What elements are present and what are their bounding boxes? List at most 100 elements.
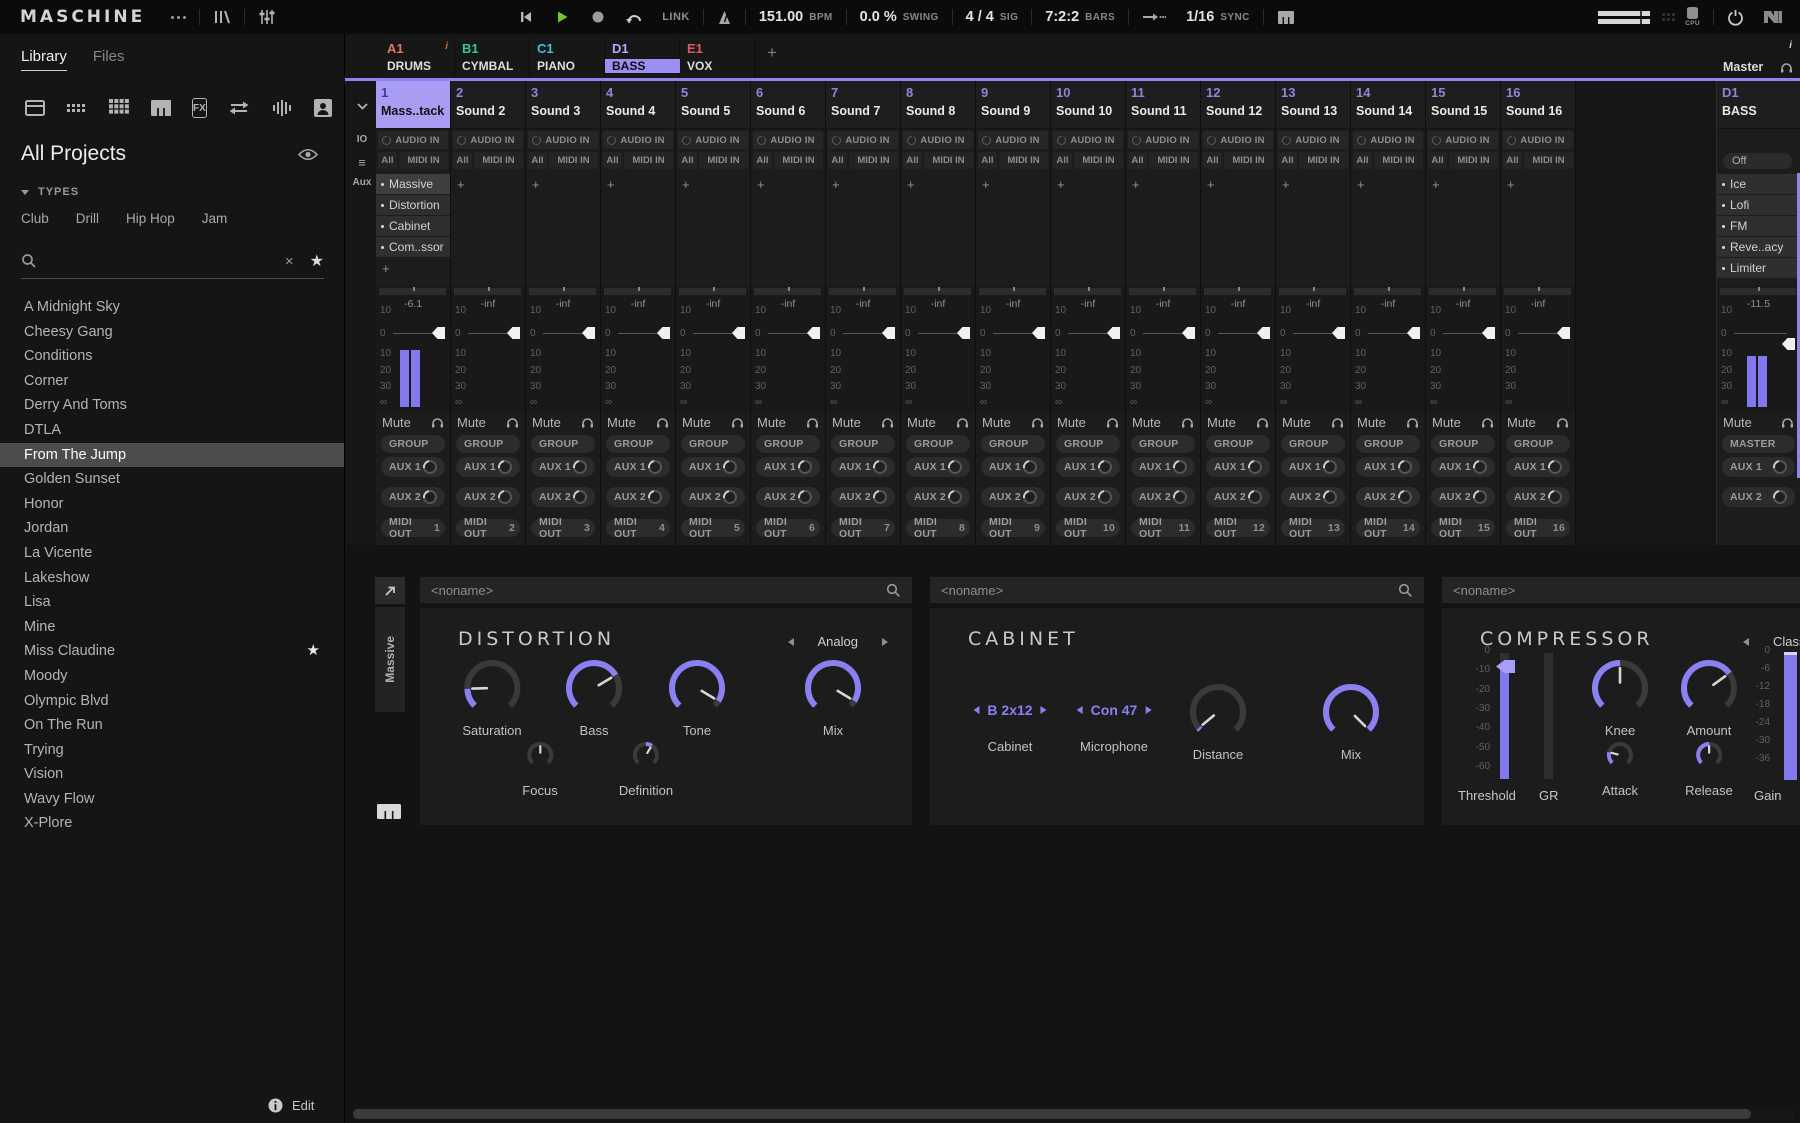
- volume-fader-handle[interactable]: [1332, 327, 1345, 339]
- aux1-send[interactable]: AUX 1: [1431, 457, 1495, 477]
- headphones-icon[interactable]: [506, 417, 519, 428]
- loops-filter-icon[interactable]: [227, 99, 251, 117]
- prev-mode-icon[interactable]: [788, 638, 794, 646]
- sounds-filter-icon[interactable]: [66, 100, 88, 116]
- headphones-icon[interactable]: [1481, 417, 1494, 428]
- list-toggle-icon[interactable]: ≡: [348, 155, 376, 170]
- knob-distance[interactable]: Distance: [1189, 683, 1247, 762]
- mute-button[interactable]: Mute: [1723, 415, 1752, 430]
- project-list-item[interactable]: Vision: [0, 762, 344, 787]
- position-display[interactable]: 7:2:2BARS: [1045, 9, 1115, 25]
- audio-in-button[interactable]: AUDIO IN: [1053, 131, 1123, 149]
- plugin-slot[interactable]: Reve..acy: [1717, 237, 1800, 257]
- next-icon[interactable]: [1041, 706, 1047, 714]
- swing-display[interactable]: 0.0 %SWING: [860, 9, 939, 25]
- audio-in-button[interactable]: AUDIO IN: [903, 131, 973, 149]
- add-plugin-button[interactable]: +: [601, 174, 675, 192]
- project-list-item[interactable]: From The Jump: [0, 443, 344, 468]
- aux1-send[interactable]: AUX 1: [1131, 457, 1195, 477]
- midi-channel-all-button[interactable]: All: [603, 152, 622, 169]
- tab-files[interactable]: Files: [93, 48, 125, 65]
- mixer-view-icon[interactable]: [258, 9, 276, 25]
- plugin-slot[interactable]: Limiter: [1717, 258, 1800, 278]
- channel-header[interactable]: 8Sound 8: [901, 81, 975, 129]
- project-list-item[interactable]: Wavy Flow: [0, 787, 344, 812]
- audio-in-button[interactable]: AUDIO IN: [528, 131, 598, 149]
- cue-button[interactable]: [881, 417, 894, 428]
- send-knob-icon[interactable]: [1770, 487, 1789, 506]
- headphones-icon[interactable]: [956, 417, 969, 428]
- project-list-item[interactable]: X-Plore: [0, 811, 344, 836]
- pan-slider[interactable]: [1429, 288, 1496, 295]
- aux2-send[interactable]: AUX 2: [831, 487, 895, 507]
- add-plugin-button[interactable]: +: [1426, 174, 1500, 192]
- midi-channel-all-button[interactable]: All: [753, 152, 772, 169]
- mute-button[interactable]: Mute: [757, 415, 786, 430]
- edit-button[interactable]: Edit: [292, 1098, 314, 1113]
- group-tab-d1[interactable]: D1 BASS: [605, 38, 680, 78]
- mute-button[interactable]: Mute: [1507, 415, 1536, 430]
- add-plugin-button[interactable]: +: [1126, 174, 1200, 192]
- project-list-item[interactable]: Corner: [0, 369, 344, 394]
- midi-in-button[interactable]: MIDI IN: [1449, 152, 1498, 169]
- midi-in-button[interactable]: MIDI IN: [1374, 152, 1423, 169]
- add-plugin-button[interactable]: +: [826, 174, 900, 192]
- knob-attack[interactable]: Attack: [1602, 741, 1638, 798]
- midi-out-button[interactable]: MIDI OUT14: [1356, 519, 1420, 537]
- aux1-send[interactable]: AUX 1: [606, 457, 670, 477]
- aux1-send[interactable]: AUX 1: [681, 457, 745, 477]
- headphones-icon[interactable]: [1181, 417, 1194, 428]
- master-channel-header[interactable]: D1BASS: [1717, 81, 1800, 129]
- search-input[interactable]: [47, 252, 285, 270]
- send-knob-icon[interactable]: [1770, 457, 1789, 476]
- output-route-button[interactable]: GROUP: [606, 435, 670, 453]
- project-list-item[interactable]: Golden Sunset: [0, 467, 344, 492]
- type-tag[interactable]: Drill: [76, 211, 99, 226]
- midi-channel-all-button[interactable]: All: [903, 152, 922, 169]
- midi-channel-all-button[interactable]: All: [453, 152, 472, 169]
- output-route-button[interactable]: MASTER: [1722, 435, 1795, 453]
- midi-out-button[interactable]: MIDI OUT9: [981, 519, 1045, 537]
- send-knob-icon[interactable]: [645, 487, 664, 506]
- midi-in-button[interactable]: MIDI IN: [549, 152, 598, 169]
- project-list-item[interactable]: Conditions: [0, 344, 344, 369]
- mute-button[interactable]: Mute: [457, 415, 486, 430]
- volume-fader-handle[interactable]: [807, 327, 820, 339]
- add-plugin-button[interactable]: +: [376, 258, 450, 276]
- midi-out-button[interactable]: MIDI OUT5: [681, 519, 745, 537]
- audio-in-button[interactable]: AUDIO IN: [1278, 131, 1348, 149]
- midi-in-button[interactable]: MIDI IN: [1524, 152, 1573, 169]
- cue-button[interactable]: [806, 417, 819, 428]
- output-route-button[interactable]: GROUP: [1506, 435, 1570, 453]
- fx-filter-icon[interactable]: FX: [192, 98, 207, 118]
- send-knob-icon[interactable]: [420, 457, 439, 476]
- plugin-slot[interactable]: Cabinet: [376, 216, 450, 236]
- pan-slider[interactable]: [829, 288, 896, 295]
- aux2-send[interactable]: AUX 2: [1431, 487, 1495, 507]
- type-tag[interactable]: Jam: [202, 211, 228, 226]
- pan-slider[interactable]: [604, 288, 671, 295]
- send-knob-icon[interactable]: [1020, 457, 1039, 476]
- aux2-send[interactable]: AUX 2: [681, 487, 745, 507]
- aux1-send[interactable]: AUX 1: [1056, 457, 1120, 477]
- info-icon[interactable]: [268, 1098, 283, 1113]
- output-route-button[interactable]: GROUP: [681, 435, 745, 453]
- plugin-name-field[interactable]: <noname>: [1442, 577, 1800, 603]
- aux-toggle[interactable]: Aux: [348, 177, 376, 188]
- aux1-send[interactable]: AUX 1: [756, 457, 820, 477]
- send-knob-icon[interactable]: [1095, 457, 1114, 476]
- midi-out-button[interactable]: MIDI OUT15: [1431, 519, 1495, 537]
- send-knob-icon[interactable]: [795, 487, 814, 506]
- group-tab-c1[interactable]: C1 PIANO: [530, 38, 605, 78]
- output-route-button[interactable]: GROUP: [1131, 435, 1195, 453]
- channel-header[interactable]: 4Sound 4: [601, 81, 675, 129]
- sync-display[interactable]: 1/16SYNC: [1186, 9, 1250, 25]
- send-knob-icon[interactable]: [420, 487, 439, 506]
- midi-in-button[interactable]: MIDI IN: [699, 152, 748, 169]
- io-toggle[interactable]: IO: [348, 134, 376, 145]
- midi-in-button[interactable]: MIDI IN: [1074, 152, 1123, 169]
- cue-button[interactable]: [581, 417, 594, 428]
- knob-dial[interactable]: [1606, 741, 1634, 769]
- aux2-send[interactable]: AUX 2: [906, 487, 970, 507]
- aux2-send[interactable]: AUX 2: [1281, 487, 1345, 507]
